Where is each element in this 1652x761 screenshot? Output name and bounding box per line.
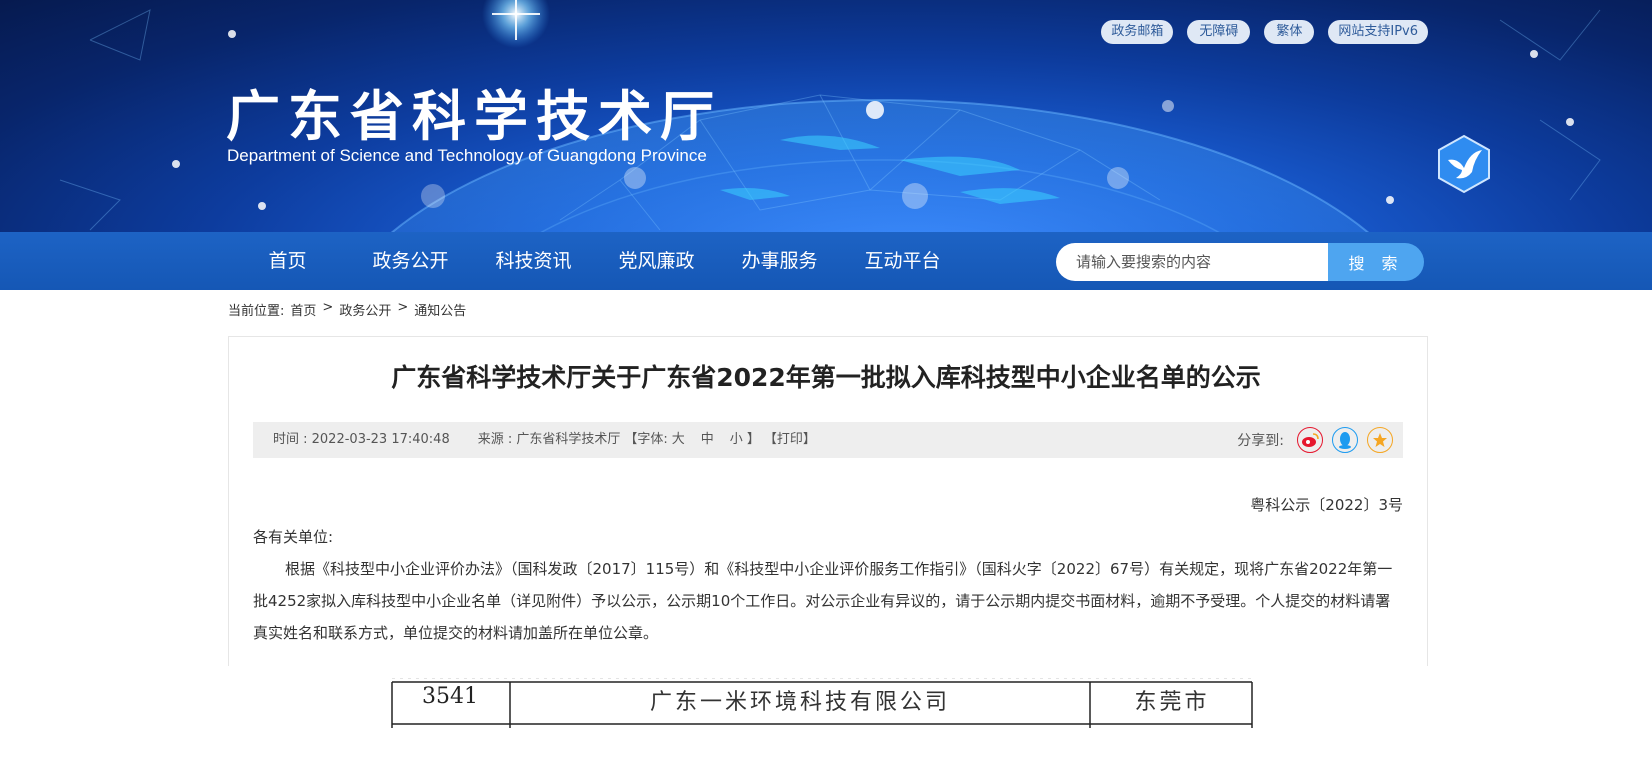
nav-item-home[interactable]: 首页: [226, 232, 349, 290]
traditional-chinese-link[interactable]: 繁体: [1264, 20, 1315, 44]
nav-items: 首页 政务公开 科技资讯 党风廉政 办事服务 互动平台: [226, 232, 964, 290]
font-size-large[interactable]: 大: [672, 422, 685, 458]
breadcrumb: 当前位置: 首页 > 政务公开 > 通知公告: [228, 300, 466, 319]
site-subtitle: Department of Science and Technology of …: [227, 146, 707, 165]
bird-logo-icon[interactable]: [1436, 134, 1492, 194]
nav-item-interaction[interactable]: 互动平台: [841, 232, 964, 290]
article-body: 根据《科技型中小企业评价办法》（国科发政〔2017〕115号）和《科技型中小企业…: [253, 560, 1393, 642]
article-meta-bar: 时间 : 2022-03-23 17:40:48 来源 : 广东省科学技术厅 【…: [253, 422, 1403, 458]
attachment-row-number: 3541: [422, 684, 478, 709]
top-links: 政务邮箱 无障碍 繁体 网站支持IPv6: [1101, 20, 1428, 44]
header-banner: 广东省科学技术厅 Department of Science and Techn…: [0, 0, 1652, 232]
font-size-medium[interactable]: 中: [701, 422, 714, 458]
article-source: 来源 : 广东省科学技术厅: [477, 432, 621, 447]
publish-time: 时间 : 2022-03-23 17:40:48: [273, 432, 450, 447]
search-input[interactable]: [1056, 243, 1328, 281]
document-number: 粤科公示〔2022〕3号: [1250, 496, 1403, 514]
accessibility-link[interactable]: 无障碍: [1187, 20, 1251, 44]
nav-item-services[interactable]: 办事服务: [718, 232, 841, 290]
breadcrumb-notices[interactable]: 通知公告: [414, 300, 466, 319]
font-size-close: 】: [746, 432, 760, 447]
article-meta: 时间 : 2022-03-23 17:40:48 来源 : 广东省科学技术厅 【…: [273, 422, 816, 458]
nav-item-gov-affairs[interactable]: 政务公开: [349, 232, 472, 290]
breadcrumb-separator: >: [397, 300, 409, 315]
search-button[interactable]: 搜 索: [1328, 243, 1424, 281]
attachment-table-snippet: 3541 广东一米环境科技有限公司 东莞市: [390, 678, 1254, 728]
breadcrumb-label: 当前位置:: [228, 304, 285, 319]
qq-share-icon[interactable]: [1332, 427, 1358, 453]
favorite-share-icon[interactable]: [1367, 427, 1393, 453]
article-title: 广东省科学技术厅关于广东省2022年第一批拟入库科技型中小企业名单的公示: [391, 363, 1261, 392]
ipv6-support-link[interactable]: 网站支持IPv6: [1328, 20, 1428, 44]
site-title: 广东省科学技术厅: [226, 85, 722, 148]
share-label: 分享到:: [1237, 433, 1284, 449]
nav-item-integrity[interactable]: 党风廉政: [595, 232, 718, 290]
weibo-share-icon[interactable]: [1297, 427, 1323, 453]
breadcrumb-home[interactable]: 首页: [290, 300, 316, 319]
attachment-row-company: 广东一米环境科技有限公司: [649, 690, 950, 715]
nav-item-tech-news[interactable]: 科技资讯: [472, 232, 595, 290]
breadcrumb-gov-affairs[interactable]: 政务公开: [339, 300, 391, 319]
gov-mail-link[interactable]: 政务邮箱: [1101, 20, 1174, 44]
print-link[interactable]: 【打印】: [764, 422, 816, 458]
salutation: 各有关单位:: [253, 528, 334, 546]
font-size-small[interactable]: 小: [730, 422, 743, 458]
breadcrumb-separator: >: [322, 300, 334, 315]
attachment-row-city: 东莞市: [1134, 690, 1210, 715]
search-box: 搜 索: [1056, 243, 1424, 281]
font-size-label: 【字体:: [624, 432, 668, 447]
share-bar: 分享到:: [1237, 422, 1393, 458]
